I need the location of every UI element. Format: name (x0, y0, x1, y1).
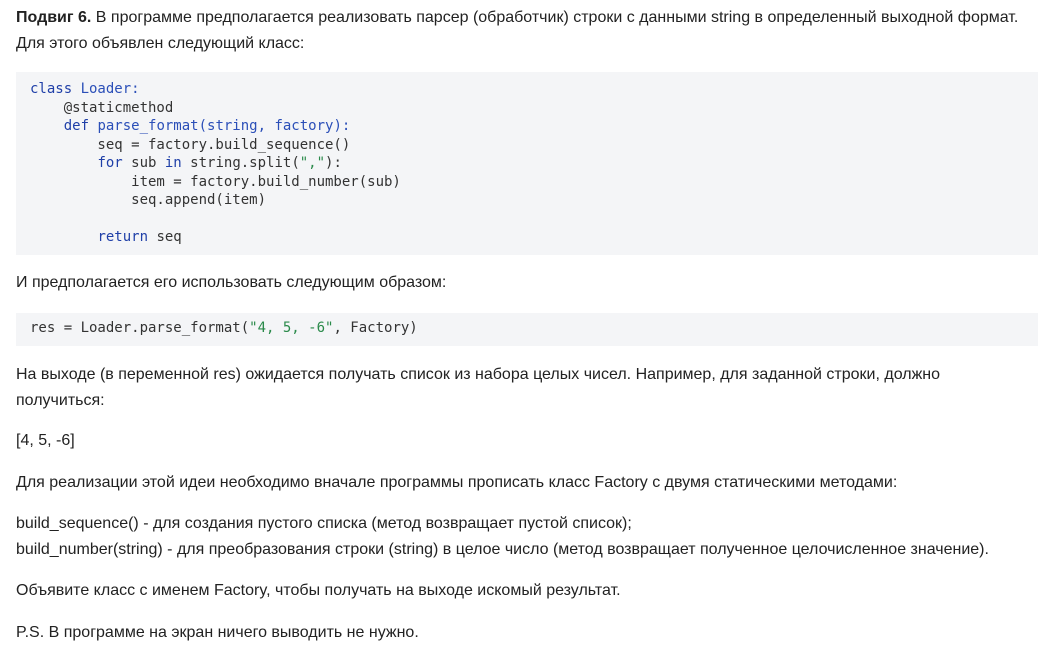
code-token: , Factory) (333, 320, 418, 336)
factory-intro: Для реализации этой идеи необходимо внач… (16, 474, 898, 491)
code-token: parse_format(string, factory): (97, 118, 351, 134)
code-line: seq = factory.build_sequence() (30, 136, 1024, 155)
code-line: res = Loader.parse_format("4, 5, -6", Fa… (30, 319, 1024, 338)
output-text-1: На выходе (в переменной res) ожидается п… (16, 366, 941, 383)
code-token: class (30, 81, 81, 97)
code-token: ): (325, 155, 342, 171)
code-token: seq (156, 229, 182, 245)
declare-instruction: Объявите класс с именем Factory, чтобы п… (16, 582, 621, 599)
code-lines: class Loader: @staticmethod def parse_fo… (30, 80, 1024, 247)
task-intro: Подвиг 6. В программе предполагается реа… (16, 5, 1037, 57)
ps-note: P.S. В программе на экран ничего выводит… (16, 624, 419, 641)
code-token: string.split( (190, 155, 300, 171)
code-token: seq.append(item) (30, 192, 267, 208)
code-token: for (97, 155, 132, 171)
output-description: На выходе (в переменной res) ожидается п… (16, 362, 1037, 414)
code-token: sub (131, 155, 165, 171)
output-text-2: получиться: (16, 392, 105, 409)
code-token: "," (299, 155, 326, 171)
code-line: class Loader: (30, 80, 1024, 99)
code-token: @staticmethod (30, 99, 174, 116)
task-intro-text: В программе предполагается реализовать п… (91, 9, 1019, 26)
code-token: return (97, 229, 157, 245)
code-lines: res = Loader.parse_format("4, 5, -6", Fa… (30, 319, 1024, 338)
task-label: Подвиг 6. (16, 9, 92, 26)
code-line: seq.append(item) (30, 191, 1024, 210)
code-block-usage: res = Loader.parse_format("4, 5, -6", Fa… (16, 313, 1038, 346)
code-line: def parse_format(string, factory): (30, 117, 1024, 136)
example-result: [4, 5, -6] (16, 432, 75, 449)
code-line: for sub in string.split(","): (30, 154, 1024, 173)
code-token: "4, 5, -6" (249, 320, 334, 336)
code-token: item = factory.build_number(sub) (30, 173, 401, 190)
task-page: Подвиг 6. В программе предполагается реа… (0, 0, 1041, 651)
code-block-class: class Loader: @staticmethod def parse_fo… (16, 72, 1038, 255)
code-line: return seq (30, 228, 1024, 247)
method-build-sequence: build_sequence() - для создания пустого … (16, 515, 632, 532)
code-token: Loader: (80, 81, 140, 97)
task-intro-text-2: Для этого объявлен следующий класс: (16, 35, 305, 52)
code-line: item = factory.build_number(sub) (30, 173, 1024, 192)
code-token: res = Loader.parse_format( (30, 320, 250, 336)
methods-list: build_sequence() - для создания пустого … (16, 511, 1037, 563)
method-build-number: build_number(string) - для преобразовани… (16, 541, 989, 558)
code-token: def (63, 118, 98, 134)
code-token: seq = factory.build_sequence() (30, 136, 351, 153)
code-line: @staticmethod (30, 99, 1024, 118)
usage-intro: И предполагается его использовать следую… (16, 274, 447, 291)
code-token: in (164, 155, 191, 171)
